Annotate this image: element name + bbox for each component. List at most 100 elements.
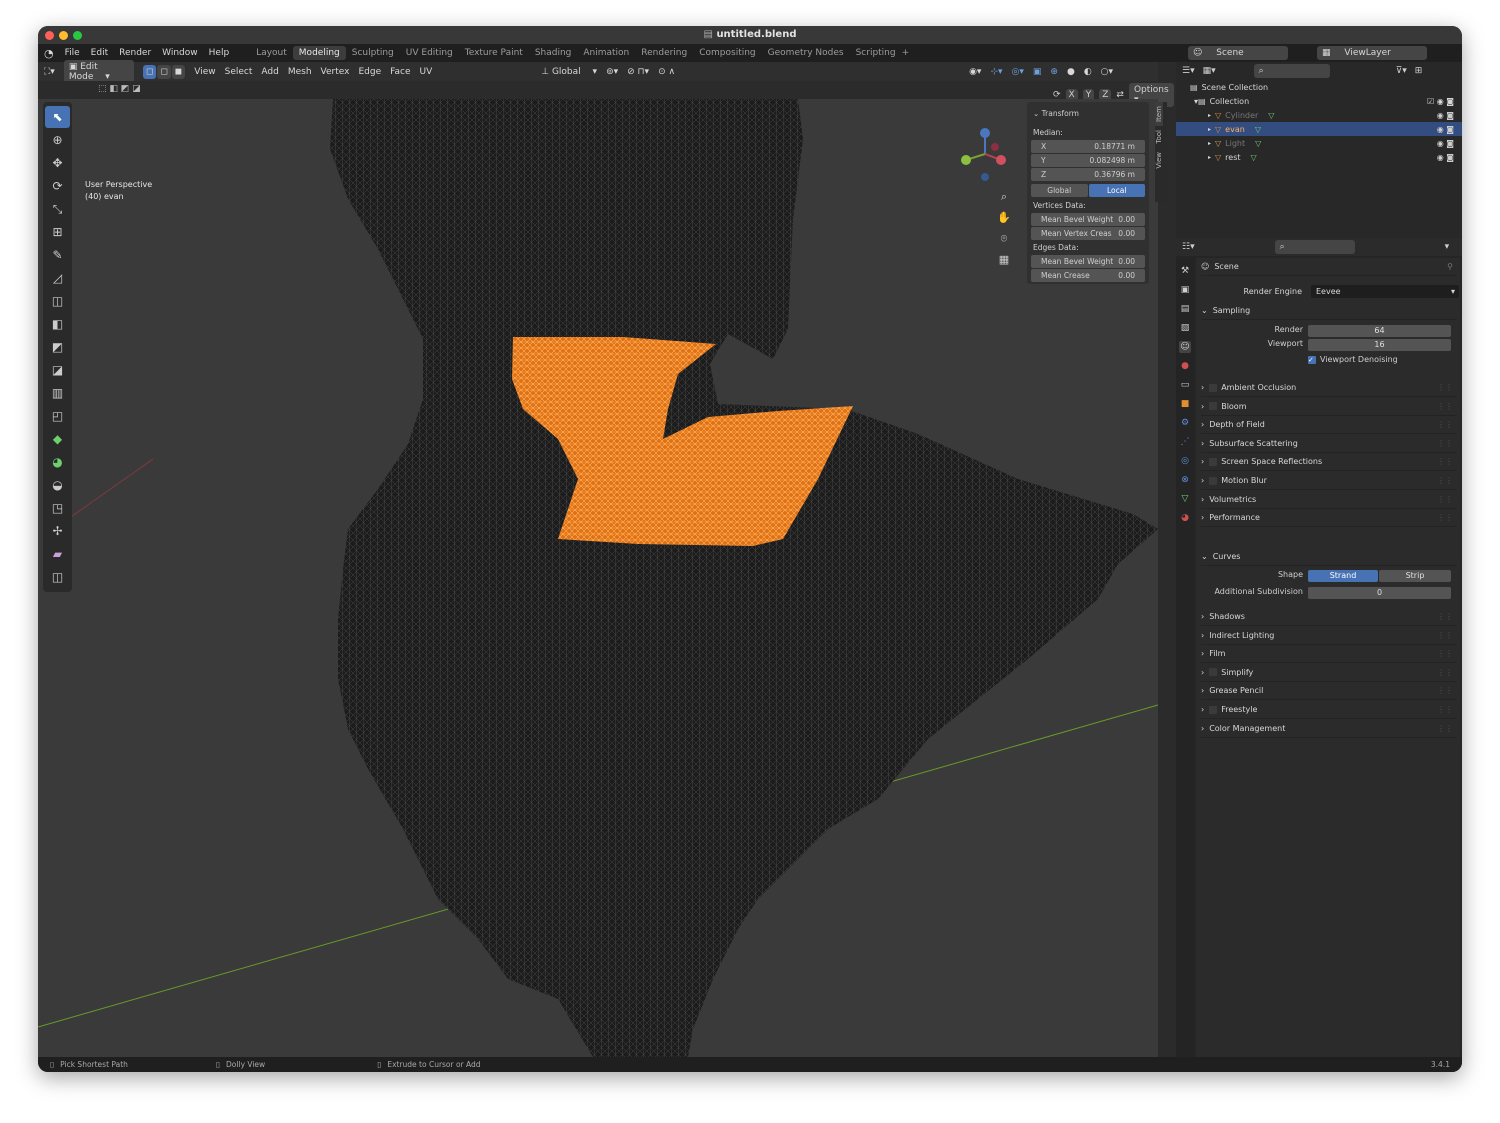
mesh-data-icon[interactable]: ▽ — [1251, 153, 1257, 162]
strand-button[interactable]: Strand — [1308, 570, 1378, 582]
proportional-edit-icon[interactable]: ⊙ ∧ — [658, 67, 675, 77]
solid-shading-icon[interactable]: ● — [1067, 67, 1075, 77]
physics-tab-icon[interactable]: ◎ — [1179, 455, 1191, 467]
visibility-eye-icon[interactable]: ◉ ◙ — [1437, 125, 1454, 134]
select-box-tool-icon[interactable]: ⬉ — [45, 106, 70, 128]
panel-depth-of-field[interactable]: › Depth of Field ⋮⋮ — [1201, 416, 1457, 435]
mesh-view[interactable] — [38, 99, 1158, 1057]
tab-uv-editing[interactable]: UV Editing — [400, 46, 459, 60]
viewport-menu-select[interactable]: Select — [225, 67, 253, 77]
transform-orientation[interactable]: ⊥ Global ▾ — [541, 67, 597, 77]
menu-window[interactable]: Window — [162, 48, 198, 58]
add-cube-tool-icon[interactable]: ◫ — [45, 290, 70, 312]
3d-viewport[interactable]: User Perspective (40) evan ⌕ ✋ ⌾ ▦ — [38, 99, 1158, 1057]
close-window-button[interactable] — [45, 31, 54, 40]
grid-toggle-icon[interactable]: ▦ — [996, 252, 1012, 268]
scene-collection-row[interactable]: ▤ Scene Collection — [1176, 80, 1462, 94]
global-space-button[interactable]: Global — [1031, 184, 1088, 197]
gizmo-neg-z-icon[interactable] — [981, 173, 989, 181]
vert-field[interactable]: Mean Vertex Creas 0.00 — [1031, 227, 1145, 240]
render-tab-icon[interactable]: ▣ — [1179, 284, 1191, 296]
menu-help[interactable]: Help — [209, 48, 230, 58]
object-tab-icon[interactable]: ■ — [1179, 398, 1191, 410]
zoom-window-button[interactable] — [73, 31, 82, 40]
tab-sculpting[interactable]: Sculpting — [346, 46, 400, 60]
drag-handle-icon[interactable]: ⋮⋮ — [1437, 495, 1453, 504]
camera-view-icon[interactable]: ⌾ — [996, 231, 1012, 247]
drag-handle-icon[interactable]: ⋮⋮ — [1437, 439, 1453, 448]
rendered-shading-icon[interactable]: ○▾ — [1101, 67, 1113, 77]
viewport-menu-add[interactable]: Add — [261, 67, 278, 77]
drag-handle-icon[interactable]: ⋮⋮ — [1437, 476, 1453, 485]
drag-handle-icon[interactable]: ⋮⋮ — [1437, 724, 1453, 733]
scene-selector[interactable]: ☺ Scene — [1188, 46, 1288, 60]
pan-hand-icon[interactable]: ✋ — [996, 210, 1012, 226]
tab-rendering[interactable]: Rendering — [635, 46, 693, 60]
outliner-item-rest[interactable]: ▸ ▽ rest ▽ ◉ ◙ — [1176, 150, 1462, 164]
expand-icon[interactable]: ▸ — [1208, 112, 1211, 119]
visibility-eye-icon[interactable]: ◉ ◙ — [1437, 111, 1454, 120]
inset-tool-icon[interactable]: ◩ — [45, 336, 70, 358]
cursor-tool-icon[interactable]: ⊕ — [45, 129, 70, 151]
spin-tool-icon[interactable]: ◕ — [45, 451, 70, 473]
rotate-tool-icon[interactable]: ⟳ — [45, 175, 70, 197]
mesh-data-icon[interactable]: ▽ — [1268, 111, 1274, 120]
properties-options-icon[interactable]: ▾ — [1445, 242, 1450, 252]
drag-handle-icon[interactable]: ⋮⋮ — [1437, 668, 1453, 677]
poly-build-tool-icon[interactable]: ◆ — [45, 428, 70, 450]
tab-layout[interactable]: Layout — [250, 46, 293, 60]
drag-handle-icon[interactable]: ⋮⋮ — [1437, 686, 1453, 695]
drag-handle-icon[interactable]: ⋮⋮ — [1437, 705, 1453, 714]
edge-field[interactable]: Mean Crease 0.00 — [1031, 269, 1145, 282]
measure-tool-icon[interactable]: ◿ — [45, 267, 70, 289]
navigation-gizmo[interactable] — [958, 127, 1013, 182]
panel-enable-checkbox[interactable] — [1209, 383, 1218, 392]
panel-grease-pencil[interactable]: › Grease Pencil ⋮⋮ — [1201, 682, 1457, 701]
gizmo-y-icon[interactable] — [961, 155, 971, 165]
zoom-icon[interactable]: ⌕ — [996, 189, 1012, 205]
outliner-item-evan[interactable]: ▸ ▽ evan ▽ ◉ ◙ — [1176, 122, 1462, 136]
new-collection-icon[interactable]: ⊞ — [1415, 66, 1423, 76]
mesh-data-icon[interactable]: ▽ — [1255, 139, 1261, 148]
median-field[interactable]: Z 0.36796 m — [1031, 168, 1145, 181]
visibility-icon[interactable]: ◉▾ — [969, 67, 981, 77]
drag-handle-icon[interactable]: ⋮⋮ — [1437, 402, 1453, 411]
render-samples-field[interactable]: 64 — [1308, 325, 1451, 337]
panel-ambient-occlusion[interactable]: › Ambient Occlusion ⋮⋮ — [1201, 379, 1457, 397]
display-mode-icon[interactable]: ▦▾ — [1203, 66, 1216, 76]
viewport-menu-mesh[interactable]: Mesh — [288, 67, 312, 77]
tab-modeling[interactable]: Modeling — [292, 46, 346, 60]
minimize-window-button[interactable] — [59, 31, 68, 40]
move-tool-icon[interactable]: ✥ — [45, 152, 70, 174]
tab-view[interactable]: View — [1155, 148, 1163, 173]
panel-enable-checkbox[interactable] — [1209, 705, 1218, 714]
panel-enable-checkbox[interactable] — [1209, 476, 1218, 485]
vertex-select-icon[interactable]: ◻ — [142, 64, 157, 79]
gizmo-toggle-icon[interactable]: ⊹▾ — [990, 67, 1002, 77]
drag-handle-icon[interactable]: ⋮⋮ — [1437, 631, 1453, 640]
curves-header[interactable]: ⌄ Curves — [1201, 548, 1457, 566]
tab-animation[interactable]: Animation — [577, 46, 635, 60]
tab-shading[interactable]: Shading — [529, 46, 578, 60]
menu-file[interactable]: File — [65, 48, 80, 58]
overlay-toggle-icon[interactable]: ◎▾ — [1012, 67, 1024, 77]
viewport-samples-field[interactable]: 16 — [1308, 339, 1451, 351]
pivot-icon[interactable]: ⊚▾ — [606, 67, 618, 77]
gizmo-z-icon[interactable] — [980, 128, 990, 138]
drag-handle-icon[interactable]: ⋮⋮ — [1437, 420, 1453, 429]
loop-cut-tool-icon[interactable]: ▥ — [45, 382, 70, 404]
drag-handle-icon[interactable]: ⋮⋮ — [1437, 612, 1453, 621]
viewport-menu-face[interactable]: Face — [390, 67, 410, 77]
panel-enable-checkbox[interactable] — [1209, 402, 1218, 411]
gizmo-neg-x-icon[interactable] — [991, 143, 999, 151]
viewport-menu-edge[interactable]: Edge — [358, 67, 381, 77]
menu-render[interactable]: Render — [119, 48, 151, 58]
face-select-icon[interactable]: ◼ — [171, 64, 186, 79]
expand-icon[interactable]: ▸ — [1208, 140, 1211, 147]
strip-button[interactable]: Strip — [1379, 570, 1451, 582]
annotate-tool-icon[interactable]: ✎ — [45, 244, 70, 266]
outliner-item-cylinder[interactable]: ▸ ▽ Cylinder ▽ ◉ ◙ — [1176, 108, 1462, 122]
constraints-tab-icon[interactable]: ⊗ — [1179, 474, 1191, 486]
viewport-menu-uv[interactable]: UV — [420, 67, 433, 77]
panel-enable-checkbox[interactable] — [1209, 457, 1218, 466]
